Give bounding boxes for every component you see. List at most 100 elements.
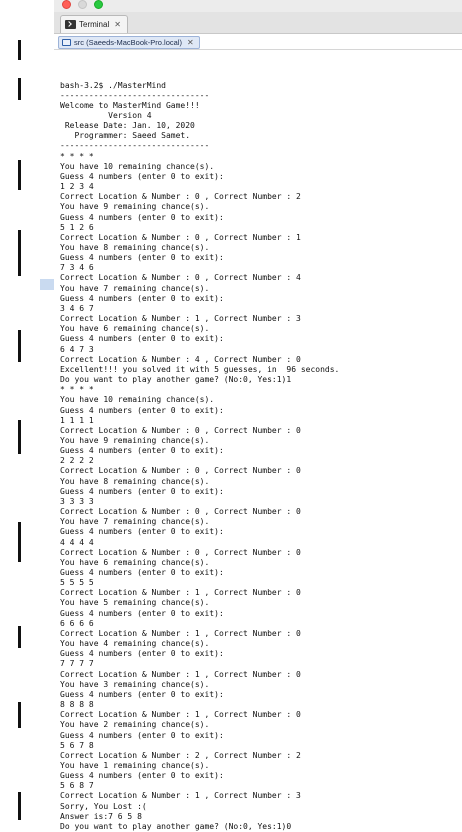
terminal-icon [65,20,76,29]
terminal-line: Guess 4 numbers (enter 0 to exit): [60,334,224,344]
left-edge-bar [18,702,21,728]
console-icon [62,39,71,46]
terminal-line: Correct Location & Number : 0 , Correct … [60,273,301,283]
terminal-line: Correct Location & Number : 1 , Correct … [60,710,301,720]
terminal-line: 7 3 4 6 [60,263,94,273]
terminal-line: 3 3 3 3 [60,496,94,506]
terminal-line: Guess 4 numbers (enter 0 to exit): [60,405,224,415]
terminal-window: Terminal ✕ src (Saeeds-MacBook-Pro.local… [54,0,462,832]
terminal-line: Correct Location & Number : 0 , Correct … [60,507,301,517]
terminal-line: * * * * [60,151,94,161]
terminal-output[interactable]: bash-3.2$ ./MasterMind ------------------… [60,50,460,832]
terminal-line: 1 2 3 4 [60,182,94,192]
left-edge-bar [18,792,21,820]
terminal-line: Correct Location & Number : 1 , Correct … [60,588,301,598]
terminal-line: You have 9 remaining chance(s). [60,202,210,212]
screenshot: Terminal ✕ src (Saeeds-MacBook-Pro.local… [0,0,462,832]
terminal-line: You have 7 remaining chance(s). [60,517,210,527]
terminal-line: You have 5 remaining chance(s). [60,598,210,608]
terminal-line: You have 9 remaining chance(s). [60,435,210,445]
terminal-line: Guess 4 numbers (enter 0 to exit): [60,689,224,699]
terminal-line: You have 10 remaining chance(s). [60,395,215,405]
terminal-line: Correct Location & Number : 0 , Correct … [60,232,301,242]
terminal-line: Guess 4 numbers (enter 0 to exit): [60,568,224,578]
terminal-line: Sorry, You Lost :( [60,801,147,811]
terminal-line: Guess 4 numbers (enter 0 to exit): [60,608,224,618]
terminal-line: Correct Location & Number : 1 , Correct … [60,669,301,679]
terminal-line: Excellent!!! you solved it with 5 guesse… [60,364,340,374]
terminal-line: 4 4 4 4 [60,537,94,547]
terminal-line: You have 8 remaining chance(s). [60,476,210,486]
terminal-line: Correct Location & Number : 1 , Correct … [60,791,301,801]
terminal-line: 6 4 7 3 [60,344,94,354]
terminal-line: Do you want to play another game? (No:0,… [60,375,292,385]
terminal-line: You have 6 remaining chance(s). [60,557,210,567]
terminal-line: * * * * [60,385,94,395]
terminal-line: You have 10 remaining chance(s). [60,161,215,171]
terminal-line: Answer is:7 6 5 8 [60,811,142,821]
terminal-line: Guess 4 numbers (enter 0 to exit): [60,212,224,222]
terminal-line: You have 6 remaining chance(s). [60,324,210,334]
terminal-line: Guess 4 numbers (enter 0 to exit): [60,486,224,496]
terminal-line: Correct Location & Number : 4 , Correct … [60,354,301,364]
terminal-line: 5 5 5 5 [60,578,94,588]
console-tab-bar: src (Saeeds-MacBook-Pro.local) ✕ [54,34,462,50]
left-edge-bar [18,230,21,276]
terminal-line: 1 1 1 1 [60,415,94,425]
terminal-line: You have 7 remaining chance(s). [60,283,210,293]
terminal-line: Guess 4 numbers (enter 0 to exit): [60,293,224,303]
terminal-line: Version 4 [60,110,152,120]
terminal-line: 8 8 8 8 [60,700,94,710]
terminal-line: 5 1 2 6 [60,222,94,232]
terminal-line: Do you want to play another game? (No:0,… [60,821,292,831]
selection-highlight [40,279,54,290]
left-edge-bar [18,626,21,648]
terminal-line: bash-3.2$ ./MasterMind [60,80,166,90]
tab-console-label: src (Saeeds-MacBook-Pro.local) [74,38,182,47]
left-edge-bar [18,40,21,60]
terminal-line: Correct Location & Number : 1 , Correct … [60,628,301,638]
terminal-line: Release Date: Jan. 10, 2020 [60,121,195,131]
tab-terminal[interactable]: Terminal ✕ [60,15,128,33]
terminal-line: Welcome to MasterMind Game!!! [60,100,200,110]
terminal-line: Correct Location & Number : 0 , Correct … [60,425,301,435]
terminal-line: 6 6 6 6 [60,618,94,628]
view-tab-bar: Terminal ✕ [54,12,462,34]
terminal-line: Guess 4 numbers (enter 0 to exit): [60,771,224,781]
terminal-line: 5 6 8 7 [60,781,94,791]
minimize-window-button[interactable] [78,0,87,9]
close-icon[interactable]: ✕ [114,20,121,29]
terminal-line: Guess 4 numbers (enter 0 to exit): [60,171,224,181]
terminal-line: Guess 4 numbers (enter 0 to exit): [60,253,224,263]
terminal-line: Guess 4 numbers (enter 0 to exit): [60,730,224,740]
window-titlebar [54,0,462,12]
terminal-line: Correct Location & Number : 0 , Correct … [60,466,301,476]
terminal-line: You have 8 remaining chance(s). [60,243,210,253]
left-edge-bar [18,420,21,454]
terminal-line: Guess 4 numbers (enter 0 to exit): [60,649,224,659]
tab-terminal-label: Terminal [79,20,110,29]
terminal-line: ------------------------------- [60,141,210,151]
terminal-line: 7 7 7 7 [60,659,94,669]
terminal-line: You have 4 remaining chance(s). [60,639,210,649]
close-icon[interactable]: ✕ [187,38,194,47]
terminal-line: 2 2 2 2 [60,456,94,466]
left-edge-bar [18,78,21,100]
terminal-line: Programmer: Saeed Samet. [60,131,191,141]
terminal-line: Correct Location & Number : 2 , Correct … [60,750,301,760]
close-window-button[interactable] [62,0,71,9]
terminal-line: ------------------------------- [60,90,210,100]
terminal-line: Correct Location & Number : 0 , Correct … [60,192,301,202]
zoom-window-button[interactable] [94,0,103,9]
tab-console-session[interactable]: src (Saeeds-MacBook-Pro.local) ✕ [58,36,200,49]
terminal-line: Guess 4 numbers (enter 0 to exit): [60,446,224,456]
terminal-line: You have 2 remaining chance(s). [60,720,210,730]
terminal-line: 3 4 6 7 [60,303,94,313]
left-edge-bar [18,160,21,190]
terminal-line: 5 6 7 8 [60,740,94,750]
terminal-line: Guess 4 numbers (enter 0 to exit): [60,527,224,537]
terminal-line: You have 3 remaining chance(s). [60,679,210,689]
left-edge-bar [18,522,21,562]
terminal-line: Correct Location & Number : 0 , Correct … [60,547,301,557]
left-edge-bar [18,330,21,362]
